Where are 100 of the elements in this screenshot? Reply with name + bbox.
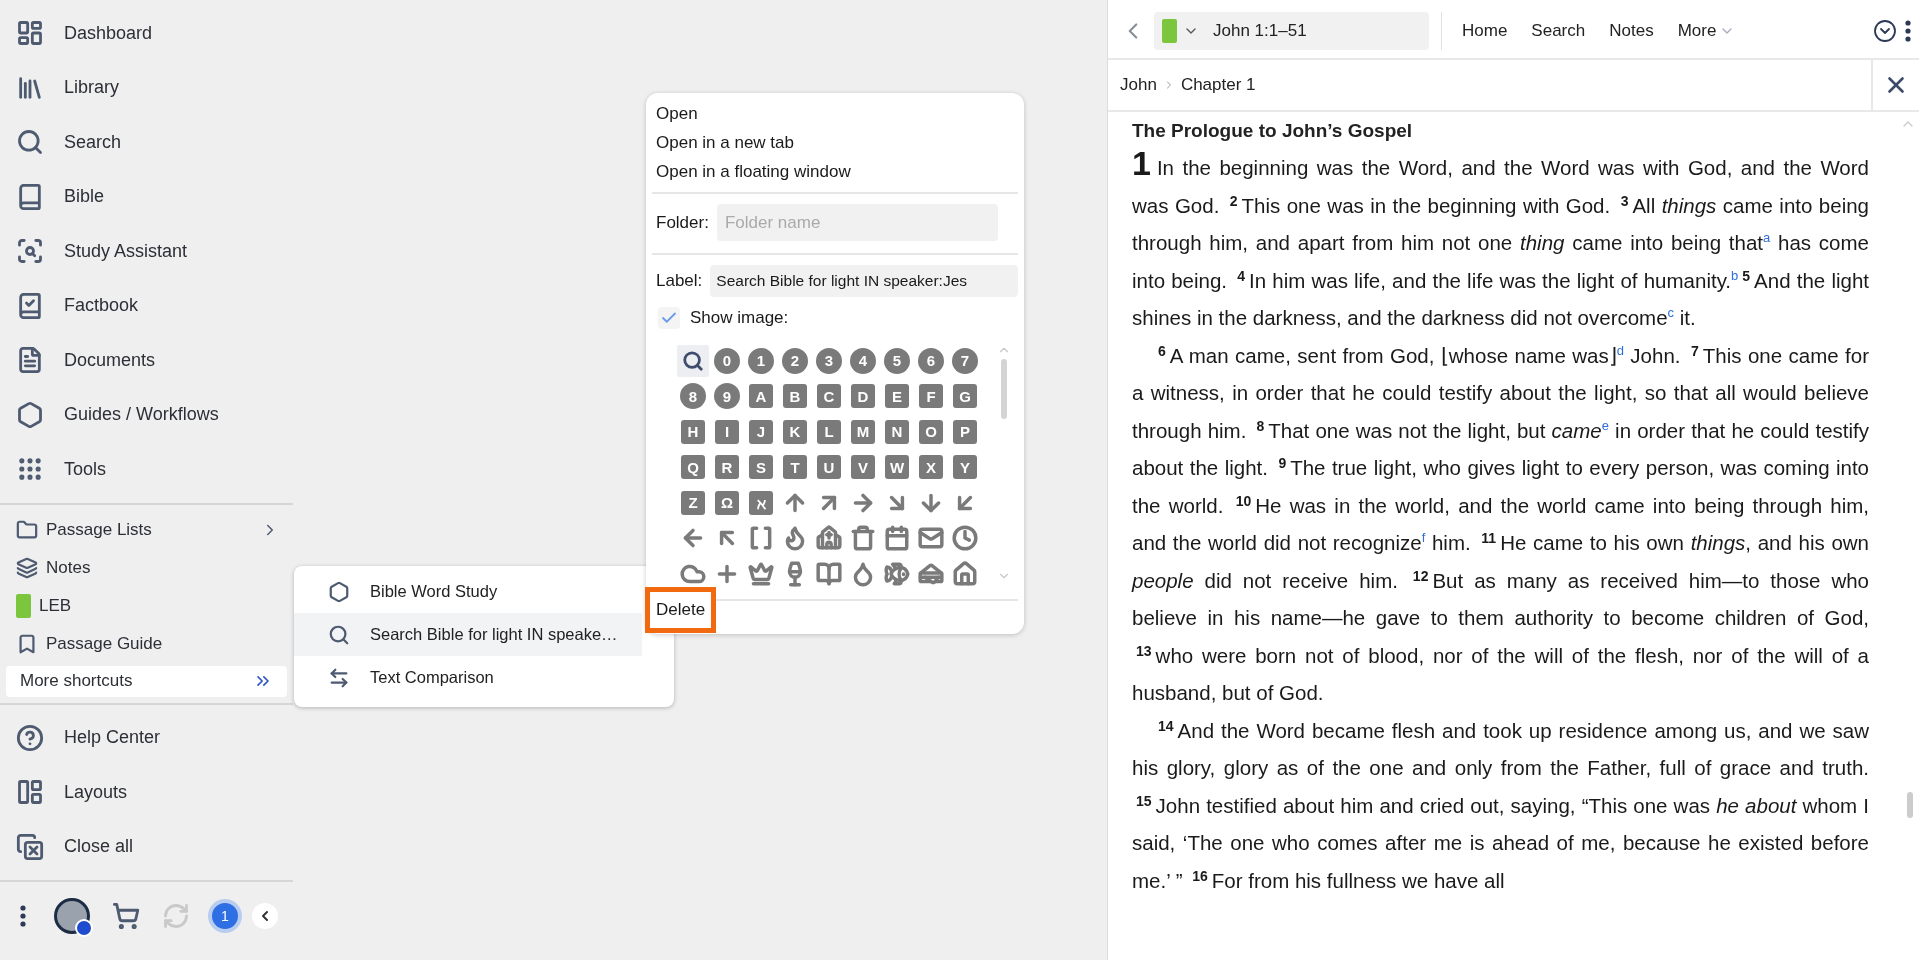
- sidebar-item[interactable]: Search: [0, 115, 293, 170]
- book-cover-icon: [1162, 19, 1177, 43]
- image-option[interactable]: U: [817, 455, 841, 480]
- circle-chevron-icon: [1873, 19, 1897, 43]
- dashboard-icon: [16, 19, 44, 48]
- image-option[interactable]: J: [749, 419, 773, 444]
- book-check-icon: [16, 291, 44, 320]
- resource-picker[interactable]: John 1:1–51: [1154, 12, 1429, 50]
- search-icon[interactable]: [677, 344, 709, 377]
- sidebar-item[interactable]: Bible: [0, 169, 293, 224]
- image-option[interactable]: V: [851, 455, 875, 480]
- more-menu-icon[interactable]: [20, 905, 26, 927]
- image-option[interactable]: F: [919, 384, 943, 409]
- sidebar-item[interactable]: Tools: [0, 442, 293, 497]
- image-option[interactable]: Y: [953, 455, 977, 480]
- sidebar-item[interactable]: Dashboard: [0, 6, 293, 61]
- dropdown-circle-button[interactable]: [1873, 19, 1897, 43]
- image-option[interactable]: 5: [884, 347, 910, 374]
- book-cover-icon: [16, 593, 31, 618]
- notification-badge[interactable]: 1: [212, 903, 238, 929]
- image-option[interactable]: B: [783, 384, 807, 409]
- image-option[interactable]: Q: [681, 455, 705, 480]
- image-option[interactable]: N: [885, 419, 909, 444]
- image-option[interactable]: D: [851, 384, 875, 409]
- image-option[interactable]: Ω: [715, 490, 739, 515]
- image-option[interactable]: 7: [952, 347, 978, 374]
- image-option[interactable]: M: [851, 419, 875, 444]
- image-option[interactable]: 9: [714, 383, 740, 410]
- image-option[interactable]: Z: [681, 490, 705, 515]
- delete-button[interactable]: Delete: [645, 587, 717, 633]
- more-menu-button[interactable]: [1905, 20, 1911, 42]
- image-option[interactable]: L: [817, 419, 841, 444]
- folder-icon: [16, 518, 38, 541]
- breadcrumb-item[interactable]: Chapter 1: [1180, 75, 1256, 95]
- sidebar-item[interactable]: Study Assistant: [0, 224, 293, 279]
- image-option[interactable]: G: [953, 384, 977, 409]
- search-bubble-icon: [16, 237, 44, 266]
- image-option[interactable]: 2: [782, 347, 808, 374]
- shortcut-item[interactable]: More shortcuts: [6, 665, 287, 697]
- toolbar-tab[interactable]: Home: [1454, 21, 1516, 41]
- image-option[interactable]: O: [919, 419, 943, 444]
- image-option[interactable]: A: [749, 384, 773, 409]
- menu-item[interactable]: Open: [656, 99, 1018, 128]
- checkbox[interactable]: [658, 307, 680, 329]
- document-icon: [16, 346, 44, 375]
- field-label: Label:: [656, 271, 703, 291]
- shortcut-item[interactable]: LEB: [0, 586, 293, 625]
- cart-icon[interactable]: [112, 902, 140, 930]
- help-icon: [16, 723, 44, 752]
- sidebar-item[interactable]: Factbook: [0, 278, 293, 333]
- notes-icon: [16, 556, 38, 579]
- image-option[interactable]: C: [817, 384, 841, 409]
- more-menu-icon: [1905, 20, 1911, 42]
- image-option[interactable]: X: [919, 455, 943, 480]
- checkbox-label: Show image:: [690, 308, 789, 328]
- image-option[interactable]: R: [715, 455, 739, 480]
- avatar[interactable]: [54, 898, 90, 934]
- bible-paragraph: $^{6}$ A man came, sent from God, ⌊whose name was⌋$^{d}$ John. $^{7}$ This one came for a witness, in order that he could testify about the light, so that all would believe through him. $^{8}$ That one was not the light, but came$^{e}$ in order that he could testify about the light. $^{9}$ The true light, who gives light to every person, was coming into the world. $^{10}$ He was in the world, and the world came into being through him, and the world did not recognize$^{f}$ him. $^{11}$ He came to his own things, and his own people did not receive him. $^{12}$ But as many as received him—to those who believe in his name—he gave to them authority to become children of God, $^{13}$ who were born not of blood, nor of the will of the flesh, nor of the will of a husband, but of God.: [1132, 341, 1869, 706]
- menu-item[interactable]: Search Bible for light IN speake…: [294, 613, 642, 656]
- sidebar-item[interactable]: Help Center: [0, 710, 293, 765]
- folder-input-field[interactable]: Folder name: [716, 204, 998, 241]
- shortcut-item[interactable]: Passage Lists: [0, 510, 293, 549]
- sidebar-item[interactable]: Documents: [0, 333, 293, 388]
- menu-item[interactable]: Open in a new tab: [656, 128, 1018, 157]
- sidebar-item[interactable]: Layouts: [0, 765, 293, 820]
- image-option[interactable]: ℵ: [749, 490, 773, 515]
- menu-item[interactable]: Text Comparison: [294, 656, 642, 699]
- image-option[interactable]: H: [681, 419, 705, 444]
- image-option[interactable]: 3: [816, 347, 842, 374]
- image-option[interactable]: 0: [714, 347, 740, 374]
- sidebar-item[interactable]: Close all: [0, 819, 293, 874]
- shortcut-item[interactable]: Notes: [0, 548, 293, 587]
- image-option[interactable]: 6: [918, 347, 944, 374]
- scrollbar-thumb[interactable]: [1001, 359, 1007, 419]
- image-option[interactable]: P: [953, 419, 977, 444]
- collapse-button[interactable]: [252, 903, 278, 929]
- toolbar-tab[interactable]: Notes: [1601, 21, 1662, 41]
- close-all-icon: [16, 832, 44, 861]
- image-option[interactable]: 1: [748, 347, 774, 374]
- toolbar-tab[interactable]: Search: [1523, 21, 1594, 41]
- scrollbar-thumb[interactable]: [1907, 792, 1913, 818]
- image-option[interactable]: 8: [680, 383, 706, 410]
- bookmark-icon: [16, 632, 38, 655]
- image-option[interactable]: W: [885, 455, 909, 480]
- breadcrumb-item[interactable]: John: [1120, 75, 1157, 95]
- shortcut-item[interactable]: Passage Guide: [0, 624, 293, 663]
- sidebar-item[interactable]: Guides / Workflows: [0, 387, 293, 442]
- menu-item[interactable]: Open in a floating window: [656, 157, 1018, 186]
- image-option[interactable]: T: [783, 455, 807, 480]
- image-option[interactable]: K: [783, 419, 807, 444]
- label-input-field[interactable]: Search Bible for light IN speaker:Jes: [710, 265, 1018, 297]
- sidebar-item[interactable]: Library: [0, 60, 293, 115]
- menu-item[interactable]: Bible Word Study: [294, 570, 642, 613]
- image-option[interactable]: I: [715, 419, 739, 444]
- toolbar-tab[interactable]: More: [1669, 21, 1744, 41]
- image-option[interactable]: 4: [850, 347, 876, 374]
- search-icon: [16, 128, 44, 157]
- status-badge: [75, 919, 93, 937]
- image-option[interactable]: S: [749, 455, 773, 480]
- image-option[interactable]: E: [885, 384, 909, 409]
